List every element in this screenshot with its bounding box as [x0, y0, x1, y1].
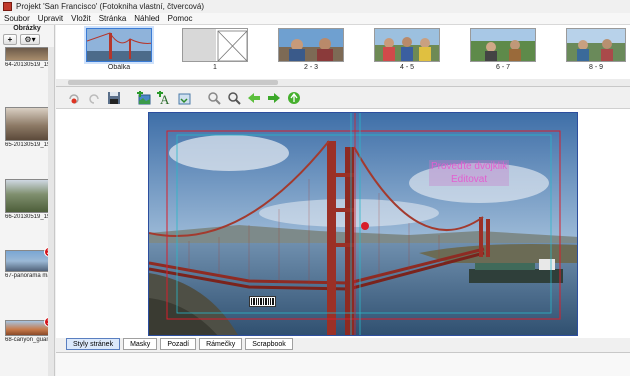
editor-toolbar: A [56, 88, 630, 108]
zoom-in-icon[interactable] [226, 90, 242, 106]
add-photo-icon[interactable] [136, 90, 152, 106]
cover-spread[interactable]: Proveďte dvojklik Editovat [148, 112, 578, 336]
window-title: Projekt 'San Francisco' (Fotokniha vlast… [16, 2, 205, 11]
image-thumbnail [5, 107, 51, 141]
image-settings-button[interactable]: ⚙▾ [20, 34, 40, 45]
page-thumbnail [86, 28, 152, 62]
page-thumbnail [470, 28, 536, 62]
golden-gate-photo [149, 113, 577, 335]
next-arrow-icon[interactable] [266, 90, 282, 106]
page-label: 2 - 3 [303, 64, 318, 71]
play-icon[interactable] [286, 90, 302, 106]
menu-soubor[interactable]: Soubor [0, 14, 34, 23]
images-sidebar: Obrázky + ⚙▾ 64-20130519_1518... 65-2013… [0, 25, 55, 376]
add-page-icon[interactable] [176, 90, 192, 106]
double-click-hint: Proveďte dvojklik [431, 161, 508, 172]
list-item[interactable]: 1 68-canyon_guana.J... [5, 317, 54, 343]
image-thumbnail [5, 47, 51, 61]
menu-stranka[interactable]: Stránka [95, 14, 131, 23]
image-caption: 68-canyon_guana.J... [5, 337, 51, 343]
add-text-icon[interactable]: A [156, 90, 172, 106]
page-label: 6 - 7 [495, 64, 510, 71]
sidebar-header: Obrázky [13, 25, 41, 32]
page-8-9[interactable]: 8 - 9 [566, 28, 626, 71]
page-2-3[interactable]: 2 - 3 [278, 28, 344, 71]
tab-scrapbook[interactable]: Scrapbook [245, 338, 293, 350]
page-thumbnail [182, 28, 248, 62]
page-label: Obálka [107, 64, 131, 71]
edit-hint: Editovat [451, 174, 488, 185]
page-label: 1 [213, 64, 217, 71]
prev-arrow-icon[interactable] [246, 90, 262, 106]
menu-upravit[interactable]: Upravit [34, 14, 67, 23]
add-image-button[interactable]: + [3, 34, 17, 45]
list-item[interactable]: 64-20130519_1518... [5, 47, 51, 68]
scrollbar-thumb[interactable] [68, 80, 278, 85]
list-item[interactable]: 2 67-panorama male.J... [5, 247, 54, 279]
list-item[interactable]: 65-20130519_1538... [5, 107, 51, 148]
page-thumbnail [566, 28, 626, 62]
pages-strip: Obálka 1 2 - 3 4 - 5 6 - 7 8 - 9 [56, 25, 630, 87]
sidebar-toolbar: + ⚙▾ [0, 33, 54, 45]
page-1[interactable]: 1 [182, 28, 248, 71]
menu-bar: Soubor Upravit Vložit Stránka Náhled Pom… [0, 13, 630, 25]
image-thumbnail [5, 179, 51, 213]
redo-icon[interactable] [86, 90, 102, 106]
page-cover[interactable]: Obálka [86, 28, 152, 71]
page-label: 4 - 5 [399, 64, 414, 71]
image-caption: 67-panorama male.J... [5, 273, 51, 279]
sidebar-scrollbar[interactable] [48, 47, 54, 376]
bottom-tabs: Styly stránek Masky Pozadí Rámečky Scrap… [56, 338, 630, 352]
tab-masks[interactable]: Masky [123, 338, 158, 350]
tab-backgrounds[interactable]: Pozadí [160, 338, 197, 350]
canvas-area[interactable]: Proveďte dvojklik Editovat [56, 108, 630, 338]
page-4-5[interactable]: 4 - 5 [374, 28, 440, 71]
zoom-out-icon[interactable] [206, 90, 222, 106]
list-item[interactable]: 66-20130519_1554... [5, 179, 51, 220]
image-caption: 66-20130519_1554... [5, 214, 51, 220]
app-icon [3, 2, 12, 11]
barcode-icon [249, 296, 276, 307]
image-caption: 64-20130519_1518... [5, 62, 51, 68]
page-thumbnail [374, 28, 440, 62]
styles-panel [56, 352, 630, 376]
image-caption: 65-20130519_1538... [5, 142, 51, 148]
page-thumbnail [278, 28, 344, 62]
delete-icon[interactable] [66, 90, 82, 106]
title-bar: Projekt 'San Francisco' (Fotokniha vlast… [0, 0, 630, 13]
text-placeholder[interactable]: Proveďte dvojklik Editovat [429, 160, 510, 186]
page-label: 8 - 9 [588, 64, 603, 71]
page-6-7[interactable]: 6 - 7 [470, 28, 536, 71]
menu-nahled[interactable]: Náhled [130, 14, 163, 23]
pages-scrollbar[interactable] [56, 79, 630, 86]
image-list[interactable]: 64-20130519_1518... 65-20130519_1538... … [0, 47, 55, 376]
tab-page-styles[interactable]: Styly stránek [66, 338, 121, 350]
save-icon[interactable] [106, 90, 122, 106]
menu-vlozit[interactable]: Vložit [67, 14, 95, 23]
tab-frames[interactable]: Rámečky [199, 338, 243, 350]
menu-pomoc[interactable]: Pomoc [164, 14, 197, 23]
